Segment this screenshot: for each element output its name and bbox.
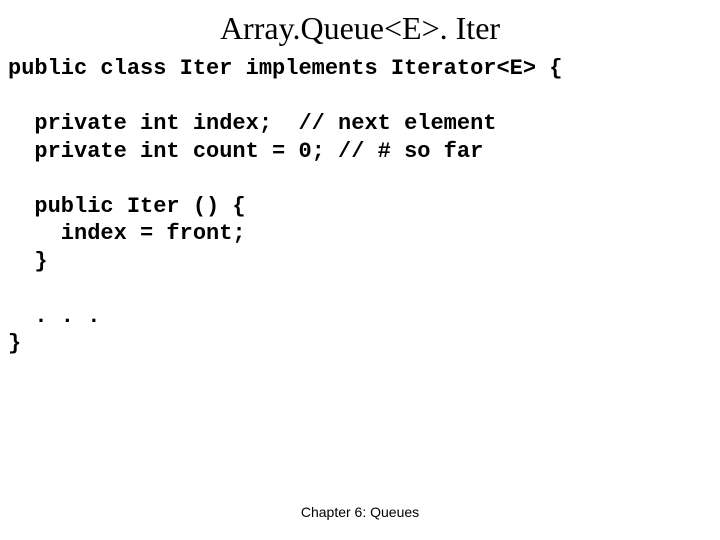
- code-line: . . .: [8, 304, 100, 329]
- code-block: public class Iter implements Iterator<E>…: [0, 55, 720, 358]
- slide: Array.Queue<E>. Iter public class Iter i…: [0, 0, 720, 540]
- code-line: }: [8, 331, 21, 356]
- code-line: private int count = 0; // # so far: [8, 139, 483, 164]
- code-line: public class Iter implements Iterator<E>…: [8, 56, 563, 81]
- slide-title: Array.Queue<E>. Iter: [0, 10, 720, 47]
- code-line: }: [8, 249, 48, 274]
- slide-footer: Chapter 6: Queues: [0, 504, 720, 520]
- code-line: public Iter () {: [8, 194, 246, 219]
- code-line: private int index; // next element: [8, 111, 496, 136]
- code-line: index = front;: [8, 221, 246, 246]
